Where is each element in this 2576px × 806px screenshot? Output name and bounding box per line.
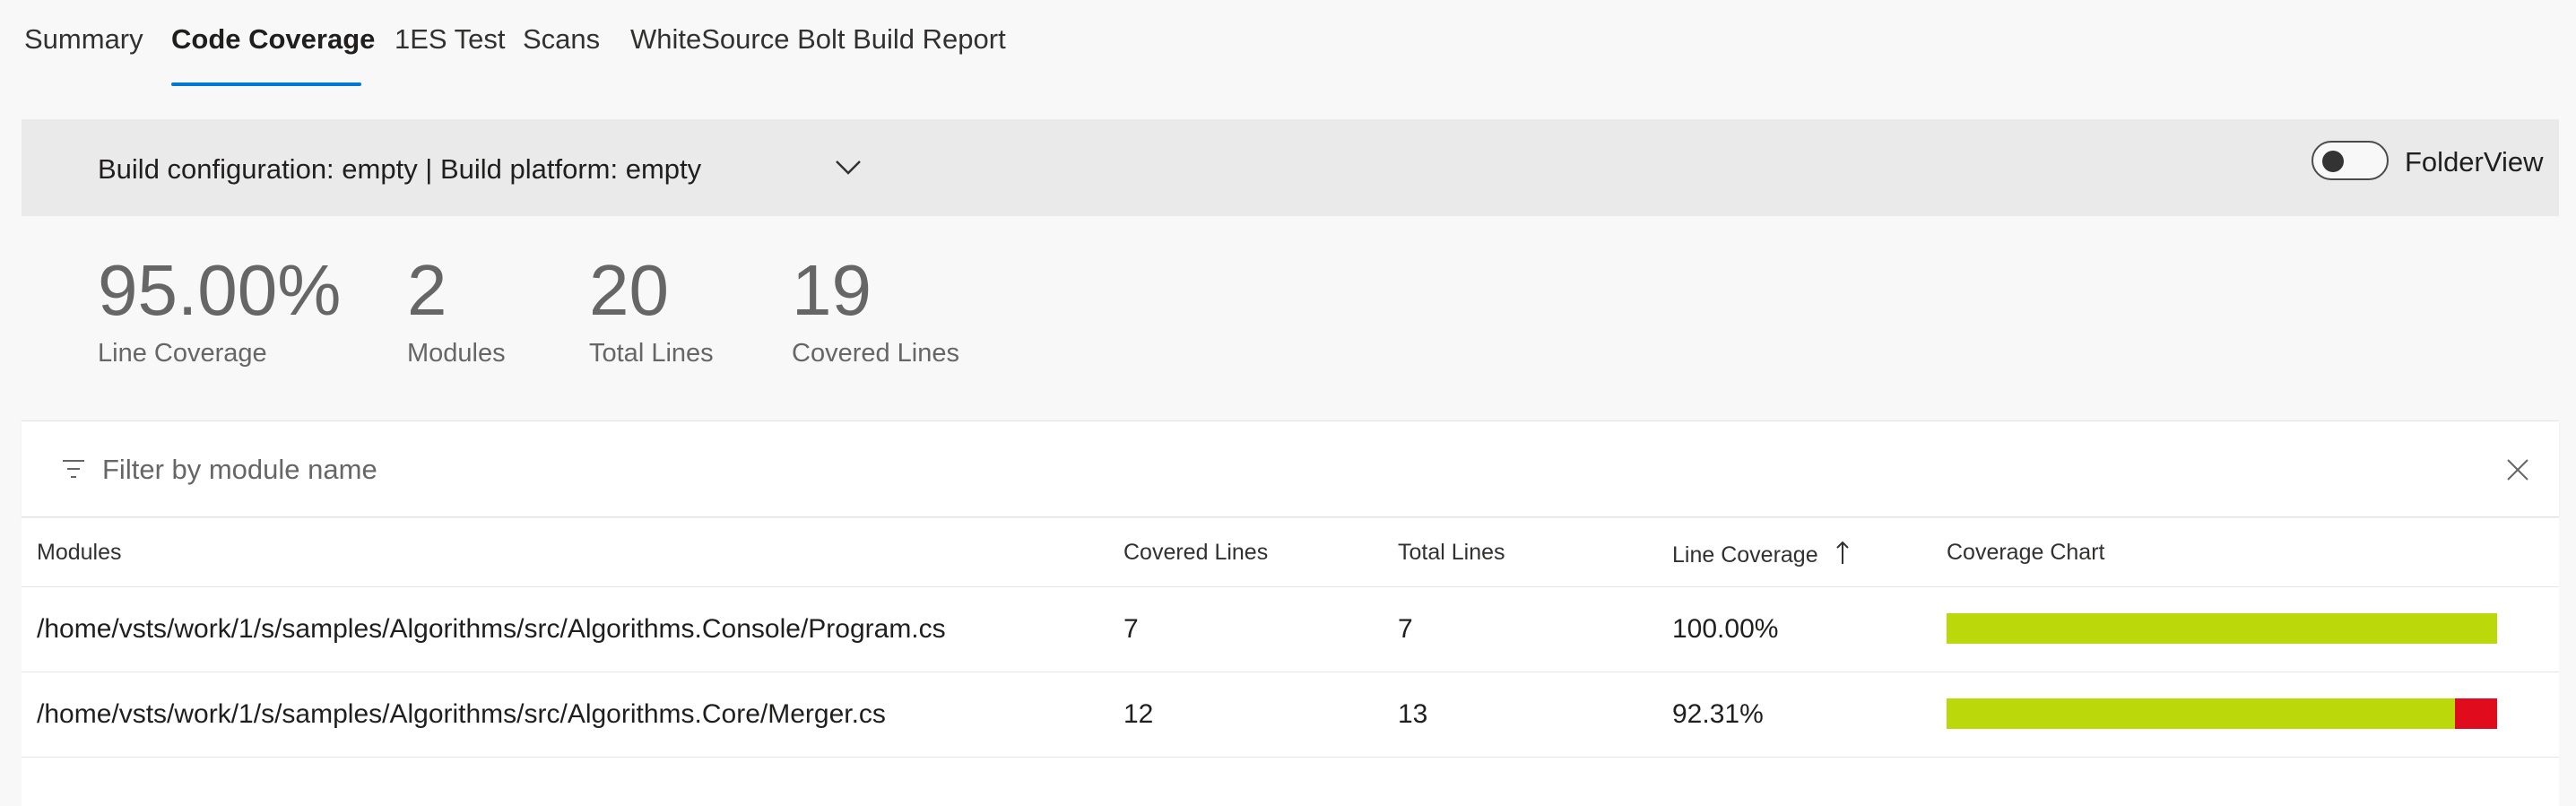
covered-lines-cell: 7	[1123, 614, 1139, 644]
stat-label: Covered Lines	[792, 339, 959, 368]
arrow-up-icon	[1835, 541, 1849, 564]
coverage-bar-uncovered	[2454, 698, 2497, 729]
folder-view-label: FolderView	[2405, 146, 2544, 178]
stat-label: Line Coverage	[98, 339, 267, 368]
column-header-line-coverage[interactable]: Line Coverage	[1672, 540, 1850, 568]
table-row[interactable]: /home/vsts/work/1/s/samples/Algorithms/s…	[22, 587, 2559, 672]
toggle-switch[interactable]	[2311, 141, 2389, 180]
stat-total-lines: 20 Total Lines	[589, 249, 714, 368]
stat-value: 95.00%	[98, 250, 342, 330]
filter-icon	[63, 460, 84, 478]
stat-line-coverage: 95.00% Line Coverage	[98, 249, 341, 368]
stat-value: 20	[589, 250, 669, 330]
stat-label: Modules	[407, 339, 506, 368]
tab-scans[interactable]: Scans	[523, 23, 600, 56]
close-icon[interactable]	[2505, 457, 2530, 482]
build-config-label: Build configuration: empty | Build platf…	[98, 153, 702, 185]
column-header-total-lines[interactable]: Total Lines	[1398, 540, 1505, 566]
stat-value: 2	[407, 250, 447, 330]
coverage-bar	[1947, 698, 2497, 729]
active-tab-indicator	[171, 82, 361, 86]
coverage-bar-covered	[1947, 613, 2497, 644]
coverage-table: Modules Covered Lines Total Lines Line C…	[22, 518, 2559, 806]
module-path: /home/vsts/work/1/s/samples/Algorithms/s…	[37, 614, 946, 644]
chevron-down-icon	[836, 160, 861, 175]
build-config-dropdown[interactable]: Build configuration: empty | Build platf…	[98, 146, 878, 191]
module-filter-input[interactable]	[102, 443, 2344, 497]
coverage-bar	[1947, 613, 2497, 644]
folder-view-toggle[interactable]: FolderView	[2311, 137, 2554, 184]
table-row[interactable]: /home/vsts/work/1/s/samples/Algorithms/s…	[22, 672, 2559, 758]
total-lines-cell: 13	[1398, 699, 1428, 729]
stat-label: Total Lines	[589, 339, 714, 368]
column-header-label: Line Coverage	[1672, 542, 1818, 568]
line-coverage-cell: 92.31%	[1672, 699, 1764, 729]
column-header-coverage-chart[interactable]: Coverage Chart	[1947, 540, 2104, 566]
stat-covered-lines: 19 Covered Lines	[792, 249, 959, 368]
covered-lines-cell: 12	[1123, 699, 1154, 729]
coverage-bar-covered	[1947, 698, 2455, 729]
module-path: /home/vsts/work/1/s/samples/Algorithms/s…	[37, 699, 886, 729]
tab-1es-test[interactable]: 1ES Test	[395, 23, 506, 56]
stat-modules: 2 Modules	[407, 249, 506, 368]
tab-code-coverage[interactable]: Code Coverage	[171, 23, 375, 56]
total-lines-cell: 7	[1398, 614, 1413, 644]
toggle-knob	[2322, 151, 2344, 172]
build-config-bar: Build configuration: empty | Build platf…	[22, 119, 2559, 216]
tab-bar: Summary Code Coverage 1ES Test Scans Whi…	[0, 0, 2576, 90]
tab-whitesource-bolt-build-report[interactable]: WhiteSource Bolt Build Report	[630, 23, 1006, 56]
tab-summary[interactable]: Summary	[24, 23, 143, 56]
line-coverage-cell: 100.00%	[1672, 614, 1779, 644]
column-header-covered-lines[interactable]: Covered Lines	[1123, 540, 1268, 566]
column-header-modules[interactable]: Modules	[37, 540, 122, 566]
stat-value: 19	[792, 250, 872, 330]
filter-bar	[22, 420, 2559, 517]
